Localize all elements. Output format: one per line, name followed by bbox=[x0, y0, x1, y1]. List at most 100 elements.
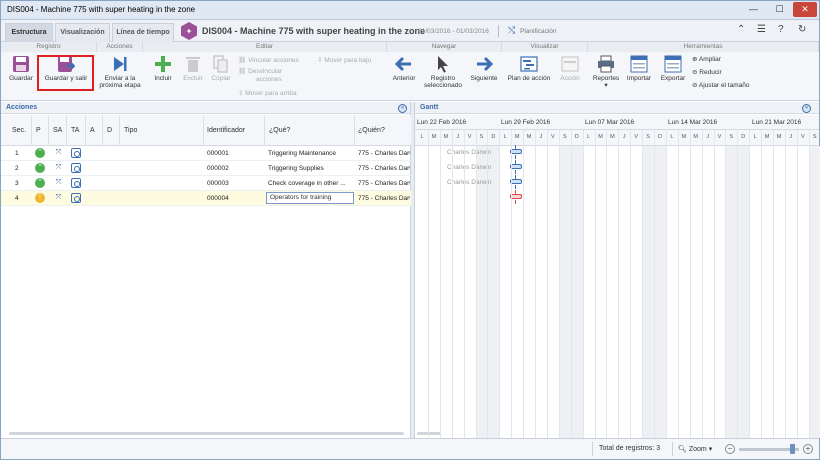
maximize-button[interactable]: ☐ bbox=[767, 2, 792, 17]
export-button[interactable]: Exportar bbox=[657, 55, 689, 82]
send-next-stage-button[interactable]: Enviar a la próxima etapa bbox=[99, 55, 141, 89]
close-button[interactable]: ✕ bbox=[793, 2, 817, 17]
import-button[interactable]: Importar bbox=[624, 55, 654, 82]
table-row-selected[interactable]: 4 ! ⤧ 000004 Operators for training 775 … bbox=[1, 191, 411, 206]
minimize-button[interactable]: — bbox=[741, 2, 766, 17]
action-button[interactable]: Acción bbox=[556, 55, 584, 82]
status-warning-icon: ! bbox=[35, 193, 45, 203]
group-navegar: Navegar bbox=[387, 42, 502, 52]
task-icon bbox=[71, 163, 81, 173]
previous-button[interactable]: Anterior bbox=[391, 55, 417, 82]
gantt-day-gridline bbox=[487, 130, 489, 438]
list-menu-icon[interactable]: ☰ bbox=[757, 24, 766, 35]
col-header-a[interactable]: A bbox=[90, 127, 95, 134]
help-icon[interactable]: ? bbox=[778, 24, 784, 35]
zoom-menu[interactable]: 🔍︎ Zoom ▾ bbox=[678, 445, 712, 453]
gantt-day-gridline bbox=[546, 130, 548, 438]
gantt-day-gridline bbox=[594, 130, 596, 438]
copy-button[interactable]: Copiar bbox=[207, 55, 235, 82]
gantt-day-label: J bbox=[539, 134, 543, 140]
gantt-day-label: M bbox=[776, 134, 782, 140]
action-plan-button[interactable]: Plan de acción bbox=[506, 55, 552, 82]
gantt-day-gridline bbox=[701, 130, 703, 438]
save-icon bbox=[13, 56, 29, 72]
total-records: Total de registros: 3 bbox=[599, 445, 661, 452]
tab-linea-de-tiempo[interactable]: Línea de tiempo bbox=[112, 23, 174, 42]
col-header-sa[interactable]: SA bbox=[53, 127, 62, 134]
gantt-day-label: M bbox=[431, 134, 437, 140]
what-edit-input[interactable]: Operators for training bbox=[266, 192, 354, 204]
selected-record-button[interactable]: Registro seleccionado bbox=[421, 55, 465, 89]
gantt-day-label: L bbox=[420, 134, 424, 140]
col-header-seq[interactable]: Sec. bbox=[12, 127, 26, 134]
collapse-actions-button[interactable]: « bbox=[398, 104, 407, 113]
zoom-slider-handle[interactable] bbox=[790, 444, 796, 454]
plus-icon bbox=[155, 56, 171, 72]
expand-gantt-button[interactable]: » bbox=[802, 104, 811, 113]
copy-icon bbox=[213, 55, 228, 73]
include-button[interactable]: Incluir bbox=[149, 55, 177, 82]
tab-estructura[interactable]: Estructura bbox=[5, 23, 53, 42]
gantt-day-label: M bbox=[443, 134, 449, 140]
zoom-out-slider-button[interactable]: − bbox=[725, 444, 735, 454]
col-header-id[interactable]: Identificador bbox=[207, 127, 245, 134]
col-header-p[interactable]: P bbox=[36, 127, 41, 134]
fit-size-button[interactable]: ⊘ Ajustar el tamaño bbox=[692, 81, 750, 89]
save-button[interactable]: Guardar bbox=[7, 55, 35, 82]
gantt-day-gridline bbox=[606, 130, 608, 438]
task-icon bbox=[71, 178, 81, 188]
gantt-connector bbox=[515, 185, 516, 189]
col-divider bbox=[354, 115, 355, 146]
tab-visualizacion[interactable]: Visualización bbox=[55, 23, 110, 42]
gantt-day-label: L bbox=[503, 134, 507, 140]
table-row[interactable]: 1 ⌃ ⤧ 000001 Triggering Maintenance 775 … bbox=[1, 146, 411, 161]
zoom-out-button[interactable]: ⊖ Reducir bbox=[692, 68, 722, 76]
refresh-icon[interactable]: ↻ bbox=[798, 24, 806, 35]
move-down-button[interactable]: ⇩ Mover para bajo bbox=[317, 56, 371, 64]
move-down-label: Mover para bajo bbox=[324, 57, 372, 64]
gantt-panel-title: Gantt bbox=[420, 104, 439, 111]
col-header-ta[interactable]: TA bbox=[71, 127, 79, 134]
table-row[interactable]: 3 ⌃ ⤧ 000003 Check coverage in other ...… bbox=[1, 176, 411, 191]
export-icon bbox=[664, 55, 682, 73]
gantt-day-label: L bbox=[753, 134, 757, 140]
zoom-in-slider-button[interactable]: + bbox=[803, 444, 813, 454]
col-divider bbox=[48, 115, 49, 146]
link-actions-button[interactable]: ⛓ Vincular acciones bbox=[238, 56, 299, 64]
gantt-day-label: D bbox=[491, 134, 496, 140]
gantt-day-label: S bbox=[646, 134, 650, 140]
col-divider bbox=[102, 115, 103, 146]
header-divider bbox=[498, 25, 499, 37]
gantt-day-gridline bbox=[665, 130, 667, 438]
cell-who: 775 - Charles Darwin bbox=[358, 150, 410, 157]
gantt-day-gridline bbox=[511, 130, 513, 438]
gantt-resource-label: Charles Darwin bbox=[447, 179, 492, 186]
cell-what: Triggering Maintenance bbox=[268, 150, 337, 157]
table-row[interactable]: 2 ⌃ ⤧ 000002 Triggering Supplies 775 - C… bbox=[1, 161, 411, 176]
col-header-who[interactable]: ¿Quién? bbox=[358, 127, 385, 134]
gantt-day-label: S bbox=[729, 134, 734, 140]
gantt-horizontal-scrollbar[interactable] bbox=[417, 432, 441, 435]
send-next-icon bbox=[114, 57, 127, 71]
collapse-ribbon-icon[interactable]: ⌃ bbox=[737, 24, 745, 35]
gantt-day-gridline bbox=[475, 130, 477, 438]
delete-button[interactable]: Excluir bbox=[179, 55, 207, 82]
group-herramientas: Herramientas bbox=[588, 42, 819, 52]
gantt-day-gridline bbox=[796, 130, 798, 438]
gantt-day-gridline bbox=[749, 130, 751, 438]
gantt-day-gridline bbox=[808, 130, 810, 438]
task-icon bbox=[71, 148, 81, 158]
reports-button[interactable]: Reportes ▾ bbox=[591, 55, 621, 89]
gantt-day-label: S bbox=[479, 134, 484, 140]
col-header-what[interactable]: ¿Qué? bbox=[269, 127, 290, 134]
zoom-in-button[interactable]: ⊕ Ampliar bbox=[692, 55, 721, 63]
unlink-actions-button[interactable]: ⛓ Desvincular acciones bbox=[238, 68, 282, 84]
window-title: DIS004 - Machine 775 with super heating … bbox=[7, 5, 196, 14]
actions-horizontal-scrollbar[interactable] bbox=[9, 432, 404, 435]
col-header-d[interactable]: D bbox=[107, 127, 112, 134]
col-header-type[interactable]: Tipo bbox=[124, 127, 137, 134]
move-up-button[interactable]: ⇧ Mover para arriba bbox=[238, 89, 297, 97]
next-button[interactable]: Siguiente bbox=[469, 55, 499, 82]
gantt-day-gridline bbox=[784, 130, 786, 438]
planning-label[interactable]: Planificación bbox=[520, 28, 557, 35]
